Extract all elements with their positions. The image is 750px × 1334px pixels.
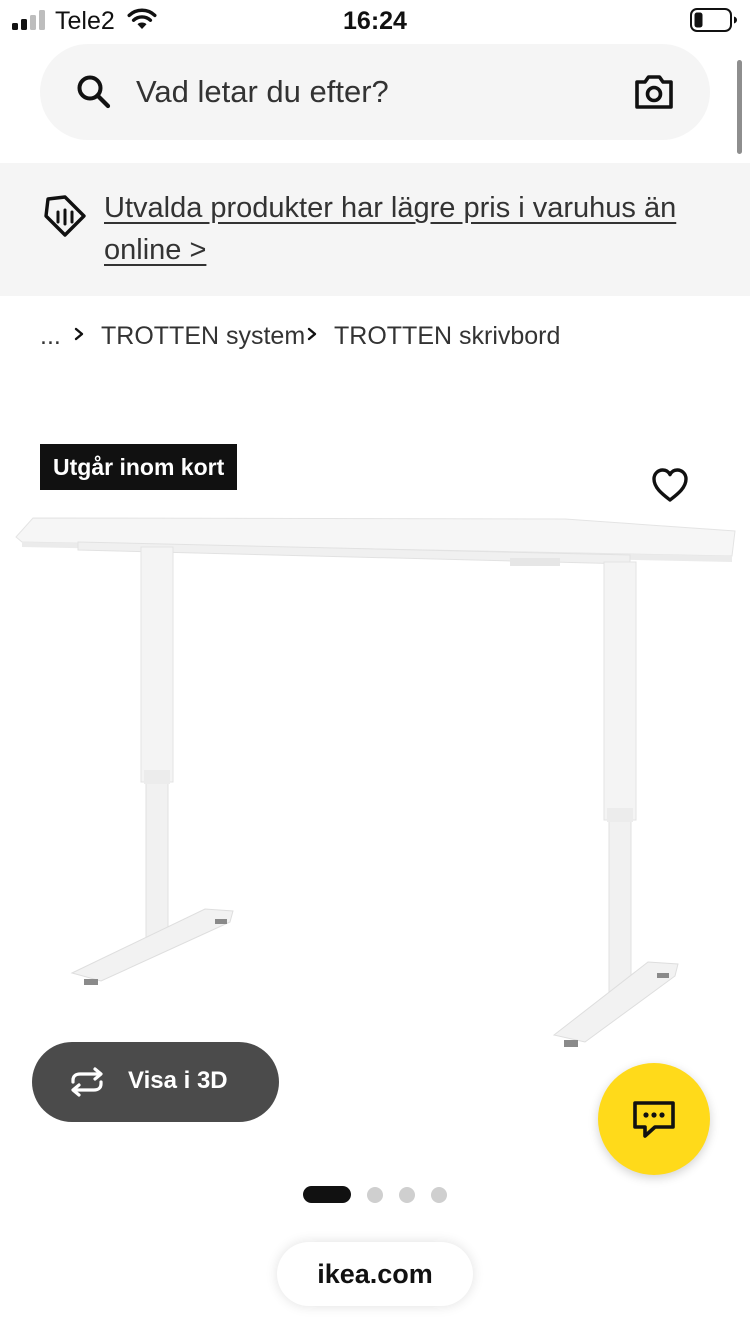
price-tag-icon bbox=[44, 195, 86, 237]
carousel-dot[interactable] bbox=[431, 1187, 447, 1203]
search-bar[interactable] bbox=[40, 44, 710, 140]
view-in-3d-button[interactable]: Visa i 3D bbox=[32, 1042, 279, 1122]
carousel-indicator bbox=[303, 1186, 463, 1204]
discontinued-badge: Utgår inom kort bbox=[40, 444, 238, 490]
product-image[interactable] bbox=[0, 500, 750, 1060]
rotate-3d-icon bbox=[71, 1067, 103, 1097]
view-in-3d-label: Visa i 3D bbox=[128, 1067, 228, 1094]
breadcrumb-ellipsis[interactable]: ... bbox=[40, 322, 61, 351]
chat-button[interactable] bbox=[598, 1063, 710, 1175]
battery-icon bbox=[690, 8, 737, 32]
status-bar: Tele2 16:24 bbox=[0, 0, 750, 40]
carousel-dot[interactable] bbox=[399, 1187, 415, 1203]
promo-banner: Utvalda produkter har lägre pris i varuh… bbox=[0, 163, 750, 296]
chevron-right-icon bbox=[74, 327, 84, 341]
search-icon[interactable] bbox=[76, 74, 112, 110]
search-input[interactable] bbox=[136, 68, 606, 116]
carousel-dot[interactable] bbox=[367, 1187, 383, 1203]
clock: 16:24 bbox=[343, 7, 407, 35]
browser-url-bar[interactable]: ikea.com bbox=[277, 1242, 473, 1306]
breadcrumb-item-trotten-skrivbord[interactable]: TROTTEN skrivbord bbox=[334, 322, 560, 351]
chat-icon bbox=[633, 1101, 675, 1138]
promo-link[interactable]: Utvalda produkter har lägre pris i varuh… bbox=[104, 187, 724, 271]
breadcrumb-item-trotten-system[interactable]: TROTTEN system bbox=[101, 322, 305, 351]
heart-icon[interactable] bbox=[646, 460, 694, 508]
camera-icon[interactable] bbox=[634, 74, 674, 110]
page-scrollbar[interactable] bbox=[737, 60, 742, 154]
chevron-right-icon bbox=[307, 327, 317, 341]
carousel-dot-active[interactable] bbox=[303, 1186, 351, 1203]
